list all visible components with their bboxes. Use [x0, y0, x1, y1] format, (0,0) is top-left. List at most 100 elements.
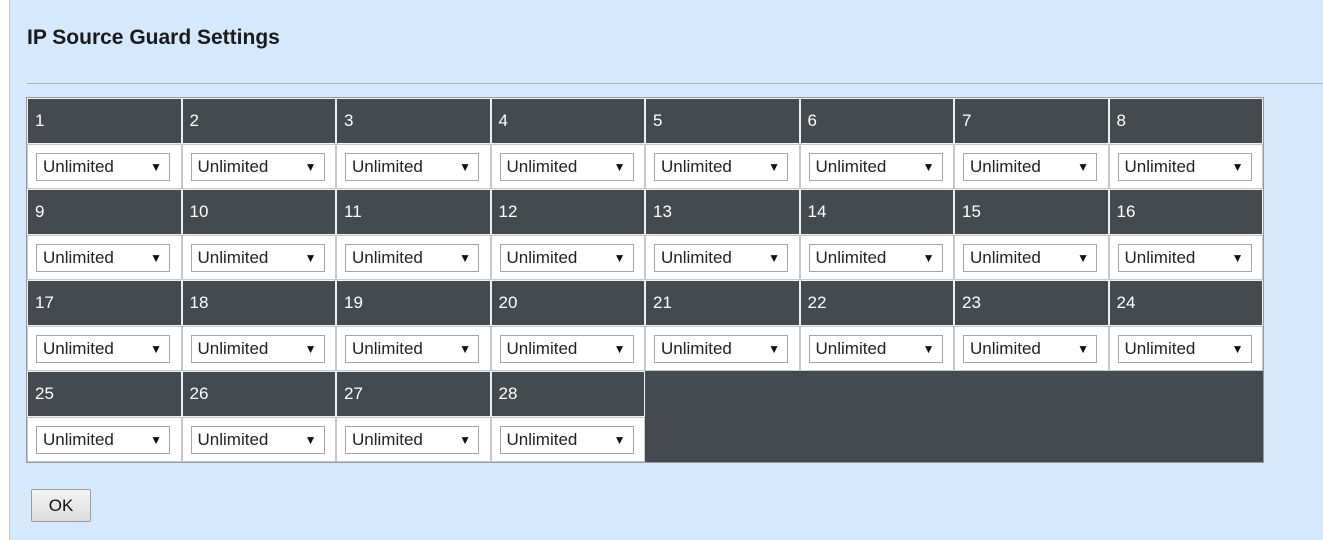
- port-cell-15: Unlimited ▼: [954, 234, 1109, 280]
- port-label-10: 10: [181, 189, 336, 235]
- port-label-1: 1: [27, 98, 182, 144]
- port-label-4: 4: [490, 98, 645, 144]
- port-14-select[interactable]: Unlimited ▼: [808, 243, 943, 272]
- select-value: Unlimited: [815, 247, 887, 267]
- port-label-11: 11: [336, 189, 491, 235]
- select-value: Unlimited: [43, 156, 114, 176]
- port-4-select[interactable]: Unlimited ▼: [499, 152, 634, 181]
- port-cell-8: Unlimited ▼: [1108, 143, 1263, 189]
- port-5-select[interactable]: Unlimited ▼: [654, 152, 788, 181]
- select-value: Unlimited: [815, 156, 887, 176]
- port-label-21: 21: [645, 280, 800, 326]
- port-20-select[interactable]: Unlimited ▼: [499, 334, 634, 363]
- port-label-13: 13: [645, 189, 800, 235]
- select-value: Unlimited: [352, 338, 423, 358]
- select-value: Unlimited: [197, 338, 269, 358]
- grid-filler: [645, 371, 1263, 462]
- dropdown-arrow-icon: ▼: [922, 250, 935, 265]
- port-cell-7: Unlimited ▼: [954, 143, 1109, 189]
- port-label-5: 5: [645, 98, 800, 144]
- port-label-15: 15: [954, 189, 1109, 235]
- port-label-20: 20: [490, 280, 645, 326]
- port-label-8: 8: [1108, 98, 1263, 144]
- select-value: Unlimited: [661, 156, 732, 176]
- port-cell-18: Unlimited ▼: [181, 325, 336, 371]
- port-10-select[interactable]: Unlimited ▼: [190, 243, 325, 272]
- select-value: Unlimited: [661, 338, 732, 358]
- port-cell-17: Unlimited ▼: [27, 325, 182, 371]
- port-label-27: 27: [336, 371, 491, 417]
- port-24-select[interactable]: Unlimited ▼: [1117, 334, 1252, 363]
- port-25-select[interactable]: Unlimited ▼: [36, 425, 170, 454]
- select-value: Unlimited: [1124, 247, 1196, 267]
- dropdown-arrow-icon: ▼: [1231, 250, 1244, 265]
- port-cell-19: Unlimited ▼: [336, 325, 491, 371]
- port-cell-24: Unlimited ▼: [1108, 325, 1263, 371]
- port-cell-2: Unlimited ▼: [181, 143, 336, 189]
- port-settings-grid: 1 Unlimited ▼ 2 Unlimited ▼ 3 Unlimited ▼ 4 Unlimi…: [26, 97, 1264, 463]
- dropdown-arrow-icon: ▼: [1231, 159, 1244, 174]
- select-value: Unlimited: [506, 429, 578, 449]
- dropdown-arrow-icon: ▼: [304, 341, 317, 356]
- select-value: Unlimited: [352, 429, 423, 449]
- port-cell-28: Unlimited ▼: [490, 416, 645, 462]
- port-cell-23: Unlimited ▼: [954, 325, 1109, 371]
- select-value: Unlimited: [970, 338, 1041, 358]
- port-label-9: 9: [27, 189, 182, 235]
- port-cell-13: Unlimited ▼: [645, 234, 800, 280]
- port-15-select[interactable]: Unlimited ▼: [963, 243, 1097, 272]
- ok-button[interactable]: OK: [31, 489, 91, 522]
- dropdown-arrow-icon: ▼: [304, 159, 317, 174]
- port-cell-25: Unlimited ▼: [27, 416, 182, 462]
- port-label-3: 3: [336, 98, 491, 144]
- port-label-23: 23: [954, 280, 1109, 326]
- dropdown-arrow-icon: ▼: [459, 159, 471, 174]
- port-13-select[interactable]: Unlimited ▼: [654, 243, 788, 272]
- dropdown-arrow-icon: ▼: [150, 341, 162, 356]
- port-18-select[interactable]: Unlimited ▼: [190, 334, 325, 363]
- port-11-select[interactable]: Unlimited ▼: [345, 243, 479, 272]
- dropdown-arrow-icon: ▼: [1077, 341, 1089, 356]
- dropdown-arrow-icon: ▼: [613, 341, 626, 356]
- port-label-25: 25: [27, 371, 182, 417]
- dropdown-arrow-icon: ▼: [459, 432, 471, 447]
- port-9-select[interactable]: Unlimited ▼: [36, 243, 170, 272]
- select-value: Unlimited: [815, 338, 887, 358]
- dropdown-arrow-icon: ▼: [304, 250, 317, 265]
- select-value: Unlimited: [1124, 338, 1196, 358]
- port-22-select[interactable]: Unlimited ▼: [808, 334, 943, 363]
- port-8-select[interactable]: Unlimited ▼: [1117, 152, 1252, 181]
- port-2-select[interactable]: Unlimited ▼: [190, 152, 325, 181]
- dropdown-arrow-icon: ▼: [613, 250, 626, 265]
- port-label-19: 19: [336, 280, 491, 326]
- port-6-select[interactable]: Unlimited ▼: [808, 152, 943, 181]
- port-7-select[interactable]: Unlimited ▼: [963, 152, 1097, 181]
- port-cell-5: Unlimited ▼: [645, 143, 800, 189]
- port-1-select[interactable]: Unlimited ▼: [36, 152, 170, 181]
- port-19-select[interactable]: Unlimited ▼: [345, 334, 479, 363]
- select-value: Unlimited: [506, 156, 578, 176]
- dropdown-arrow-icon: ▼: [459, 341, 471, 356]
- settings-panel: IP Source Guard Settings 1 Unlimited ▼ 2 Unl…: [9, 0, 1323, 540]
- port-28-select[interactable]: Unlimited ▼: [499, 425, 634, 454]
- dropdown-arrow-icon: ▼: [1077, 250, 1089, 265]
- dropdown-arrow-icon: ▼: [768, 159, 780, 174]
- port-label-6: 6: [799, 98, 954, 144]
- port-27-select[interactable]: Unlimited ▼: [345, 425, 479, 454]
- page-title: IP Source Guard Settings: [27, 26, 280, 49]
- dropdown-arrow-icon: ▼: [768, 341, 780, 356]
- port-23-select[interactable]: Unlimited ▼: [963, 334, 1097, 363]
- port-cell-27: Unlimited ▼: [336, 416, 491, 462]
- port-cell-16: Unlimited ▼: [1108, 234, 1263, 280]
- port-26-select[interactable]: Unlimited ▼: [190, 425, 325, 454]
- port-21-select[interactable]: Unlimited ▼: [654, 334, 788, 363]
- port-17-select[interactable]: Unlimited ▼: [36, 334, 170, 363]
- port-16-select[interactable]: Unlimited ▼: [1117, 243, 1252, 272]
- select-value: Unlimited: [197, 429, 269, 449]
- port-3-select[interactable]: Unlimited ▼: [345, 152, 479, 181]
- dropdown-arrow-icon: ▼: [1231, 341, 1244, 356]
- port-12-select[interactable]: Unlimited ▼: [499, 243, 634, 272]
- select-value: Unlimited: [970, 156, 1041, 176]
- port-label-24: 24: [1108, 280, 1263, 326]
- select-value: Unlimited: [352, 156, 423, 176]
